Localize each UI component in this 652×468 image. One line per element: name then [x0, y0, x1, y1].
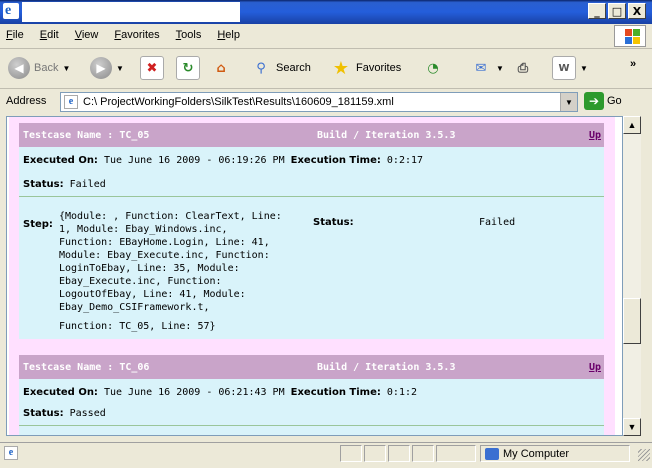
mail-button[interactable]: ✉ ▼: [470, 54, 504, 82]
back-button[interactable]: ◀ Back ▼: [8, 54, 70, 82]
executed-row: Executed On: Tue June 16 2009 - 06:19:26…: [23, 155, 424, 166]
edit-button[interactable]: W ▼: [552, 54, 588, 82]
address-value[interactable]: C:\ ProjectWorkingFolders\SilkTest\Resul…: [83, 96, 394, 108]
window-title: [22, 2, 240, 22]
menu-view[interactable]: View: [75, 29, 99, 41]
menu-favorites[interactable]: Favorites: [114, 29, 159, 41]
up-link[interactable]: Up: [589, 130, 601, 141]
divider: [19, 425, 604, 426]
refresh-icon[interactable]: ↻: [176, 56, 200, 80]
page-viewport: Testcase Name : TC_05 Build / Iteration …: [6, 116, 623, 436]
edit-icon: W: [552, 56, 576, 80]
menu-edit[interactable]: Edit: [40, 29, 59, 41]
divider: [19, 196, 604, 197]
scroll-thumb[interactable]: [623, 298, 641, 344]
testcase-name: Testcase Name : TC_06: [23, 362, 150, 373]
go-button[interactable]: ➔ Go: [584, 92, 622, 110]
status-panel: [436, 445, 476, 462]
address-bar: Address e C:\ ProjectWorkingFolders\Silk…: [0, 89, 652, 115]
maximize-button[interactable]: □: [608, 3, 626, 19]
windows-logo-icon: [614, 25, 646, 47]
step-status-value: Failed: [479, 217, 516, 228]
resize-grip-icon[interactable]: [638, 449, 650, 461]
search-button[interactable]: ⚲ Search: [250, 54, 311, 82]
stop-icon[interactable]: ✖: [140, 56, 164, 80]
minimize-button[interactable]: _: [588, 3, 606, 19]
vertical-scrollbar[interactable]: ▲ ▼: [623, 116, 641, 436]
star-icon: ★: [332, 57, 350, 79]
status-row: Status: Passed: [23, 408, 106, 419]
menu-bar: File Edit View Favorites Tools Help: [0, 24, 652, 49]
step-label: Step:: [23, 219, 53, 230]
chevron-down-icon[interactable]: ▼: [116, 64, 124, 73]
computer-icon: [485, 447, 499, 460]
home-icon[interactable]: ⌂: [210, 57, 232, 79]
menu-tools[interactable]: Tools: [176, 29, 202, 41]
address-input[interactable]: e C:\ ProjectWorkingFolders\SilkTest\Res…: [60, 92, 578, 112]
toolbar-overflow-icon[interactable]: »: [630, 58, 636, 70]
build-iteration: Build / Iteration 3.5.3: [317, 130, 456, 141]
mail-icon: ✉: [475, 60, 487, 76]
toolbar: ◀ Back ▼ ▶ ▼ ✖ ↻ ⌂ ⚲ Search ★ Favorites …: [0, 48, 652, 89]
ie-icon[interactable]: e: [3, 3, 19, 19]
up-link[interactable]: Up: [589, 362, 601, 373]
go-arrow-icon: ➔: [584, 92, 604, 110]
testcase-header: Testcase Name : TC_05 Build / Iteration …: [19, 123, 604, 147]
scroll-down-icon[interactable]: ▼: [623, 418, 641, 436]
chevron-down-icon[interactable]: ▼: [496, 64, 504, 73]
scroll-up-icon[interactable]: ▲: [623, 116, 641, 134]
menu-file[interactable]: File: [6, 29, 24, 41]
menu-help[interactable]: Help: [217, 29, 240, 41]
status-panel: [412, 445, 434, 462]
status-bar: e My Computer: [0, 442, 652, 465]
forward-button[interactable]: ▶ ▼: [90, 54, 124, 82]
status-panel: [388, 445, 410, 462]
build-iteration: Build / Iteration 3.5.3: [317, 362, 456, 373]
step-details: {Module: , Function: ClearText, Line: 1,…: [59, 211, 282, 332]
step-status-label: Status:: [313, 217, 354, 228]
history-icon[interactable]: ◔: [422, 57, 444, 79]
title-bar: e _ □ X: [0, 0, 652, 24]
report-page: Testcase Name : TC_05 Build / Iteration …: [9, 117, 615, 435]
chevron-down-icon[interactable]: ▼: [580, 64, 588, 73]
testcase-name: Testcase Name : TC_05: [23, 130, 150, 141]
close-button[interactable]: X: [628, 3, 646, 19]
testcase-header: Testcase Name : TC_06 Build / Iteration …: [19, 355, 604, 379]
page-icon: e: [64, 95, 78, 109]
executed-row: Executed On: Tue June 16 2009 - 06:21:43…: [23, 387, 418, 398]
chevron-down-icon[interactable]: ▼: [560, 93, 577, 111]
status-panel: [340, 445, 362, 462]
address-label: Address: [6, 95, 47, 107]
page-status-icon: e: [4, 446, 18, 460]
status-row: Status: Failed: [23, 179, 106, 190]
back-arrow-icon: ◀: [8, 57, 30, 79]
search-icon: ⚲: [256, 60, 266, 76]
security-zone: My Computer: [480, 445, 630, 462]
status-panel: [364, 445, 386, 462]
print-icon[interactable]: ⎙: [512, 57, 534, 79]
favorites-button[interactable]: ★ Favorites: [330, 54, 401, 82]
chevron-down-icon[interactable]: ▼: [62, 64, 70, 73]
forward-arrow-icon: ▶: [90, 57, 112, 79]
